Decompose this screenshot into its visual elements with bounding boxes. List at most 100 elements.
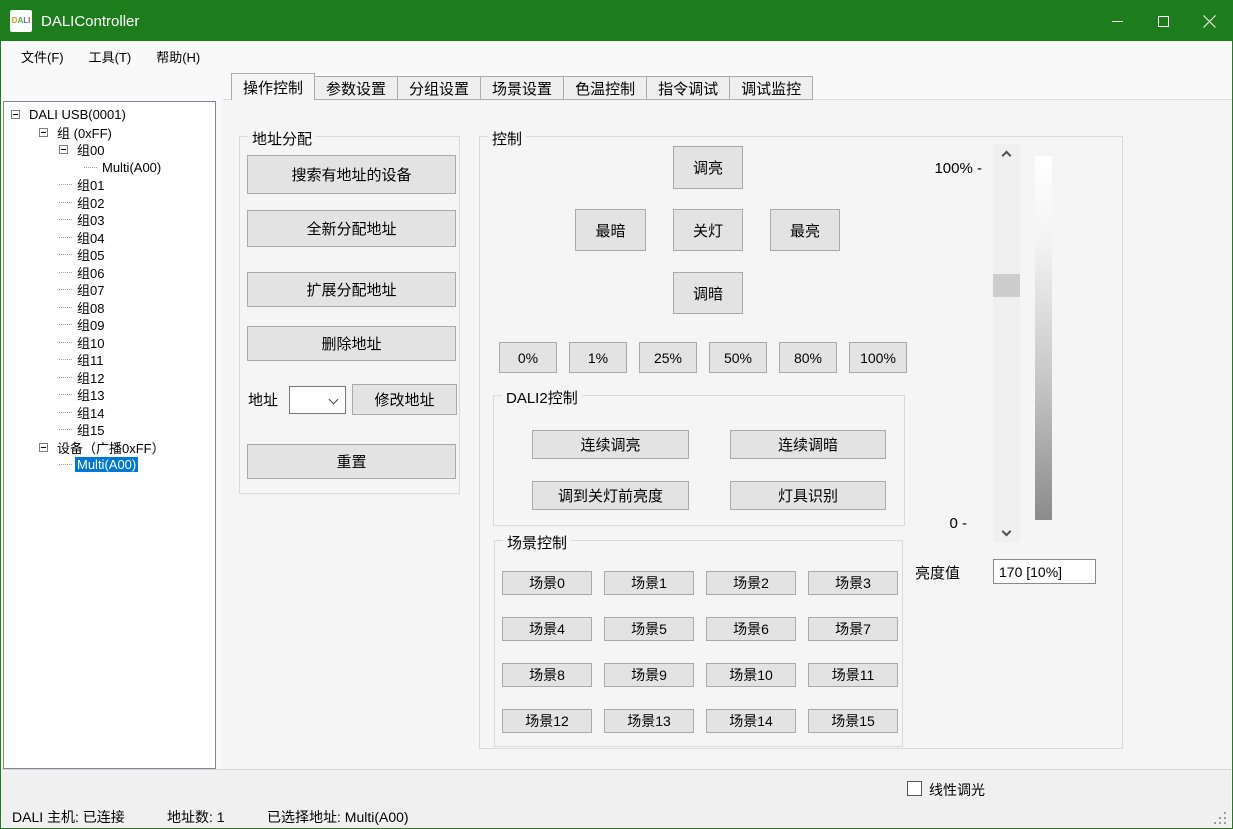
scene-13-button[interactable]: 场景13	[604, 709, 694, 733]
tab-scene-settings[interactable]: 场景设置	[480, 76, 564, 100]
tree-connector-icon	[59, 237, 72, 238]
tree-item-multi-a00-selected[interactable]: Multi(A00)	[4, 456, 215, 474]
scene-9-button[interactable]: 场景9	[604, 663, 694, 687]
extended-assign-addresses-button[interactable]: 扩展分配地址	[247, 272, 456, 307]
percent-25-button[interactable]: 25%	[639, 342, 697, 373]
scene-6-button[interactable]: 场景6	[706, 617, 796, 641]
brightness-scrollbar[interactable]	[993, 144, 1020, 542]
tab-grouping-settings[interactable]: 分组设置	[397, 76, 481, 100]
menu-help[interactable]: 帮助(H)	[145, 42, 211, 71]
scene-8-button[interactable]: 场景8	[502, 663, 592, 687]
menu-file[interactable]: 文件(F)	[10, 42, 75, 71]
tree-connector-icon	[59, 324, 72, 325]
tree-item-group07[interactable]: 组07	[4, 281, 215, 299]
scene-11-button[interactable]: 场景11	[808, 663, 898, 687]
slider-min-label: 0 -	[935, 515, 967, 532]
tree-connector-icon	[59, 184, 72, 185]
dali2-control-group: DALI2控制 连续调亮 连续调暗 调到关灯前亮度 灯具识别	[493, 395, 905, 526]
tree-item-group15[interactable]: 组15	[4, 421, 215, 439]
tree-item-group14[interactable]: 组14	[4, 404, 215, 422]
minimize-button[interactable]	[1094, 1, 1140, 41]
tab-debug-monitor[interactable]: 调试监控	[729, 76, 813, 100]
maximize-button[interactable]	[1140, 1, 1186, 41]
scrollbar-thumb[interactable]	[993, 274, 1020, 297]
tree-connector-icon	[59, 394, 72, 395]
chevron-up-icon	[1002, 150, 1012, 160]
tree-item-group12[interactable]: 组12	[4, 369, 215, 387]
scroll-down-button[interactable]	[993, 524, 1020, 542]
close-button[interactable]	[1186, 1, 1232, 41]
status-selected-address: 已选择地址: Multi(A00)	[267, 807, 409, 827]
chevron-down-icon	[1002, 526, 1012, 536]
collapse-icon[interactable]	[11, 110, 20, 119]
scene-1-button[interactable]: 场景1	[604, 571, 694, 595]
assign-new-addresses-button[interactable]: 全新分配地址	[247, 210, 456, 247]
tree-connector-icon	[59, 359, 72, 360]
menu-bar: 文件(F) 工具(T) 帮助(H)	[2, 41, 1231, 72]
linear-dimming-checkbox[interactable]	[907, 781, 922, 796]
slider-max-label: 100% -	[912, 160, 982, 177]
delete-address-button[interactable]: 删除地址	[247, 326, 456, 361]
group-title: 地址分配	[248, 128, 316, 149]
scene-7-button[interactable]: 场景7	[808, 617, 898, 641]
light-off-button[interactable]: 关灯	[673, 209, 743, 251]
scene-12-button[interactable]: 场景12	[502, 709, 592, 733]
tree-item-group03[interactable]: 组03	[4, 211, 215, 229]
min-brightness-button[interactable]: 最暗	[575, 209, 646, 251]
scene-4-button[interactable]: 场景4	[502, 617, 592, 641]
luminaire-identify-button[interactable]: 灯具识别	[730, 481, 886, 510]
menu-tools[interactable]: 工具(T)	[78, 42, 143, 71]
scene-2-button[interactable]: 场景2	[706, 571, 796, 595]
scene-14-button[interactable]: 场景14	[706, 709, 796, 733]
percent-50-button[interactable]: 50%	[709, 342, 767, 373]
scene-0-button[interactable]: 场景0	[502, 571, 592, 595]
tree-item-group04[interactable]: 组04	[4, 229, 215, 247]
tree-connector-icon	[59, 289, 72, 290]
tree-item-multi-a00[interactable]: Multi(A00)	[4, 159, 215, 177]
reset-button[interactable]: 重置	[247, 444, 456, 479]
scene-3-button[interactable]: 场景3	[808, 571, 898, 595]
tree-item-group01[interactable]: 组01	[4, 176, 215, 194]
percent-100-button[interactable]: 100%	[849, 342, 907, 373]
percent-1-button[interactable]: 1%	[569, 342, 627, 373]
tree-item-group05[interactable]: 组05	[4, 246, 215, 264]
percent-button-row: 0% 1% 25% 50% 80% 100%	[499, 342, 907, 373]
collapse-icon[interactable]	[39, 128, 48, 137]
tree-item-group06[interactable]: 组06	[4, 264, 215, 282]
collapse-icon[interactable]	[59, 145, 68, 154]
collapse-icon[interactable]	[39, 443, 48, 452]
resize-grip[interactable]	[1224, 822, 1226, 824]
brightness-value-field[interactable]: 170 [10%]	[993, 559, 1096, 584]
continuous-dim-up-button[interactable]: 连续调亮	[532, 430, 689, 459]
percent-0-button[interactable]: 0%	[499, 342, 557, 373]
tree-item-group-root[interactable]: 组 (0xFF)	[4, 124, 215, 142]
tree-item-device-broadcast[interactable]: 设备（广播0xFF）	[4, 439, 215, 457]
modify-address-button[interactable]: 修改地址	[352, 384, 457, 415]
percent-80-button[interactable]: 80%	[779, 342, 837, 373]
tree-item-group11[interactable]: 组11	[4, 351, 215, 369]
close-icon	[1202, 14, 1217, 29]
scene-15-button[interactable]: 场景15	[808, 709, 898, 733]
dim-up-button[interactable]: 调亮	[673, 146, 743, 189]
tree-item-group10[interactable]: 组10	[4, 334, 215, 352]
recall-last-level-button[interactable]: 调到关灯前亮度	[532, 481, 689, 510]
scene-5-button[interactable]: 场景5	[604, 617, 694, 641]
tab-operation-control[interactable]: 操作控制	[231, 73, 315, 100]
tree-item-group13[interactable]: 组13	[4, 386, 215, 404]
tree-item-group02[interactable]: 组02	[4, 194, 215, 212]
address-combobox[interactable]	[289, 386, 346, 414]
max-brightness-button[interactable]: 最亮	[770, 209, 840, 251]
continuous-dim-down-button[interactable]: 连续调暗	[730, 430, 886, 459]
tab-color-temp-control[interactable]: 色温控制	[563, 76, 647, 100]
tree-item-group00[interactable]: 组00	[4, 141, 215, 159]
tree-item-dali-usb[interactable]: DALI USB(0001)	[4, 106, 215, 124]
scroll-up-button[interactable]	[993, 144, 1020, 162]
tab-command-debug[interactable]: 指令调试	[646, 76, 730, 100]
tree-item-group08[interactable]: 组08	[4, 299, 215, 317]
scene-10-button[interactable]: 场景10	[706, 663, 796, 687]
search-addressed-devices-button[interactable]: 搜索有地址的设备	[247, 155, 456, 194]
dim-down-button[interactable]: 调暗	[673, 272, 743, 314]
tab-parameter-settings[interactable]: 参数设置	[314, 76, 398, 100]
tree-item-group09[interactable]: 组09	[4, 316, 215, 334]
tree-connector-icon	[59, 464, 72, 465]
